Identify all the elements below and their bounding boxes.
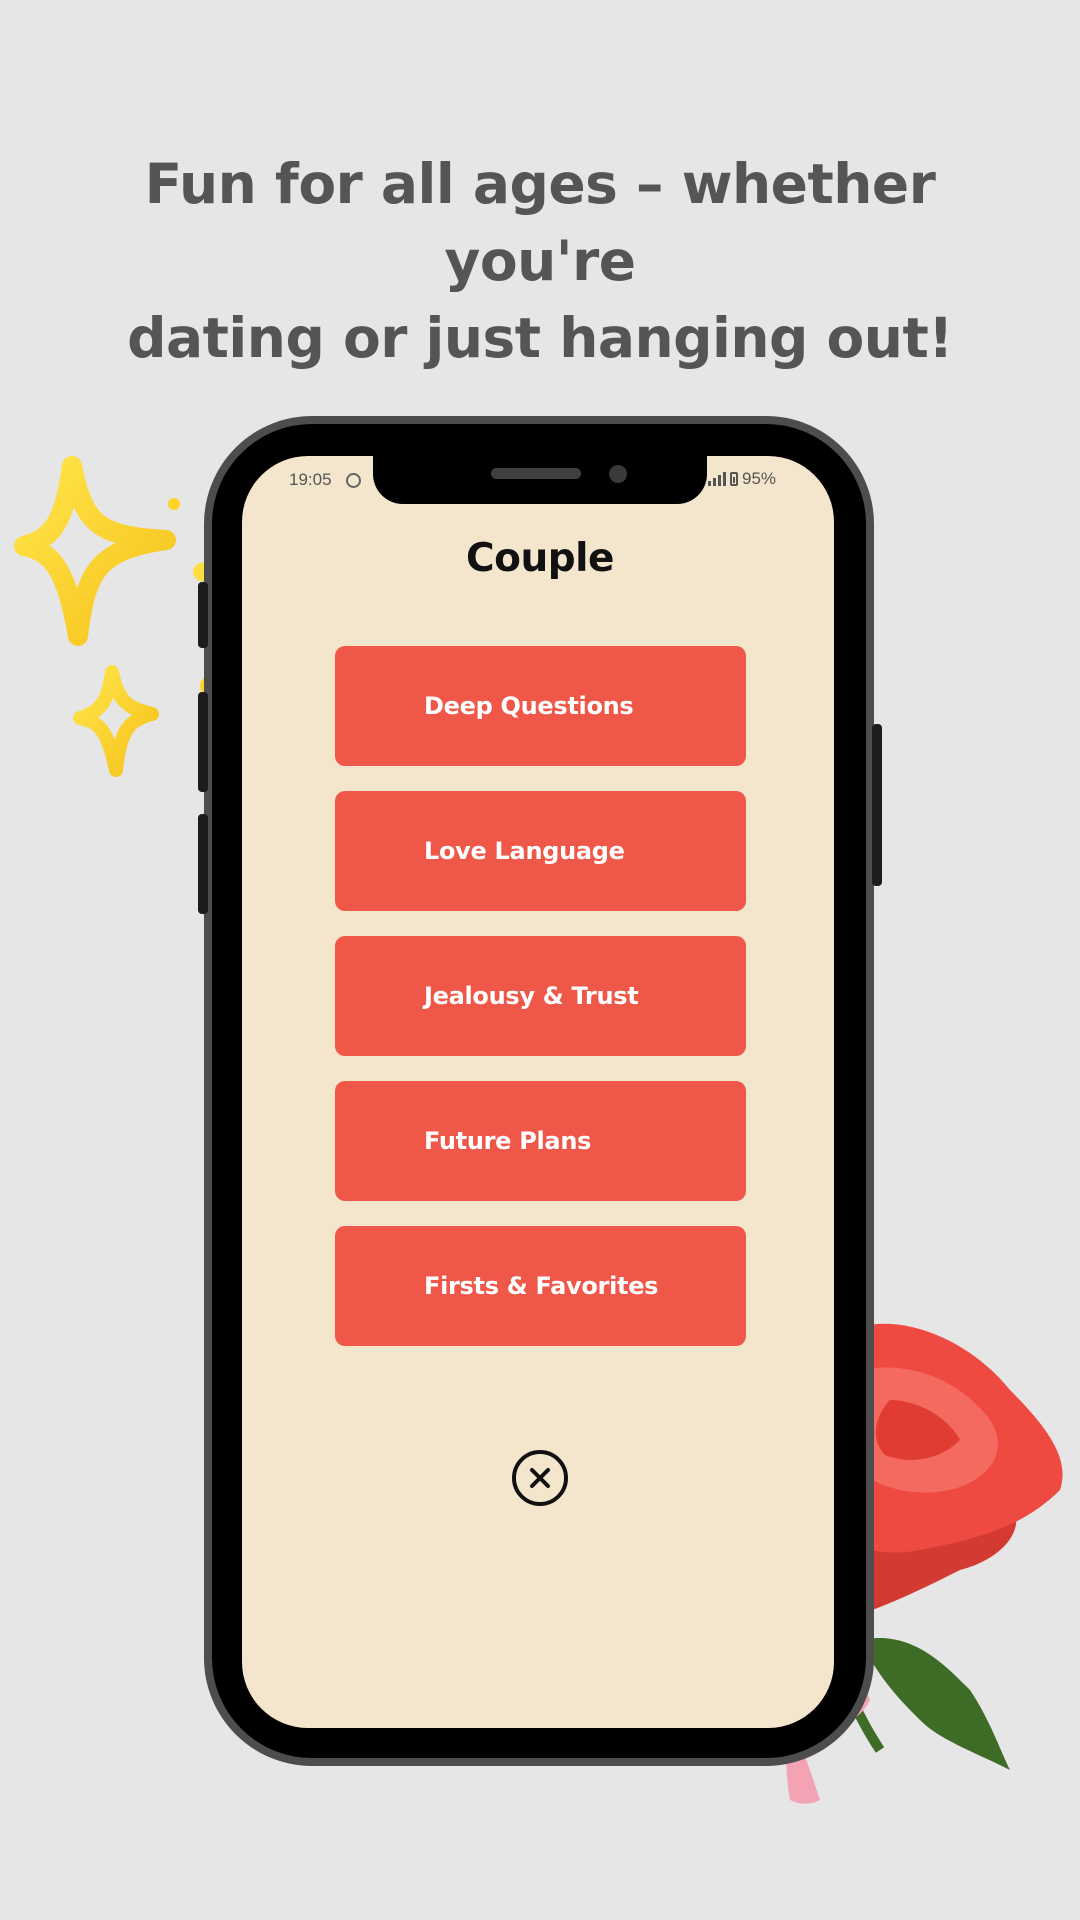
phone-notch (373, 456, 707, 504)
phone-side-button (198, 582, 208, 648)
speaker-grille (491, 468, 581, 479)
category-label: Deep Questions (424, 692, 634, 720)
screen-title: Couple (466, 536, 614, 581)
category-button-jealousy-trust[interactable]: Jealousy & Trust (335, 936, 746, 1056)
category-label: Jealousy & Trust (424, 982, 639, 1010)
category-label: Future Plans (424, 1127, 592, 1155)
category-button-love-language[interactable]: Love Language (335, 791, 746, 911)
headline-line-2: dating or just hanging out! (127, 306, 953, 370)
status-time: 19:05 (289, 470, 332, 489)
signal-icon (708, 472, 726, 486)
category-label: Firsts & Favorites (424, 1272, 659, 1300)
category-button-future-plans[interactable]: Future Plans (335, 1081, 746, 1201)
category-label: Love Language (424, 837, 625, 865)
close-icon (530, 1468, 550, 1488)
front-camera (609, 465, 627, 483)
status-indicators: 95% (708, 469, 776, 489)
promo-headline: Fun for all ages – whether you're dating… (40, 146, 1040, 377)
battery-icon (730, 472, 738, 486)
category-button-firsts-favorites[interactable]: Firsts & Favorites (335, 1226, 746, 1346)
headline-line-1: Fun for all ages – whether you're (144, 152, 936, 293)
category-button-deep-questions[interactable]: Deep Questions (335, 646, 746, 766)
phone-volume-up-button (198, 692, 208, 792)
phone-volume-down-button (198, 814, 208, 914)
battery-percent: 95% (742, 469, 777, 488)
close-button[interactable] (512, 1450, 568, 1506)
status-notification-icon (346, 473, 361, 488)
phone-power-button (872, 724, 882, 886)
